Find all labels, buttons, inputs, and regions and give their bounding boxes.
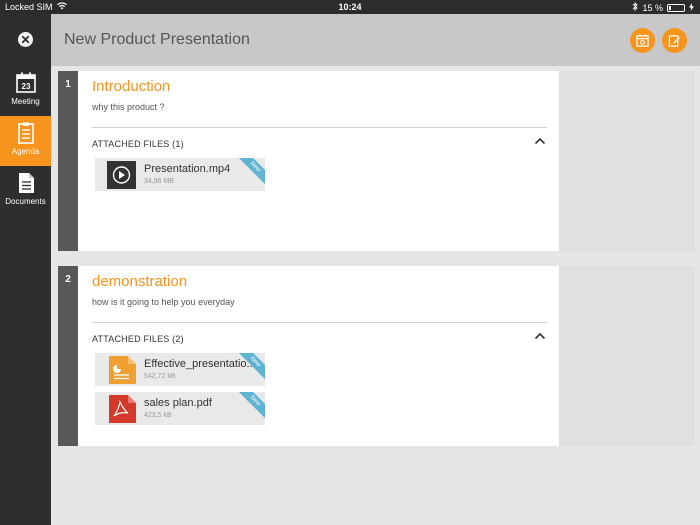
agenda-description: how is it going to help you everyday bbox=[92, 297, 235, 307]
agenda-list: 1 Introduction why this product ? ATTACH… bbox=[51, 66, 700, 525]
divider bbox=[92, 127, 547, 128]
sidebar-item-label: Meeting bbox=[11, 97, 40, 106]
presentation-file-icon bbox=[109, 356, 136, 384]
file-size: 423,5 kB bbox=[144, 412, 172, 419]
agenda-number-bar bbox=[58, 71, 78, 251]
sidebar-item-label: Documents bbox=[5, 197, 46, 206]
charging-icon bbox=[689, 2, 694, 13]
sidebar: 23 Meeting Agenda Documents bbox=[0, 14, 51, 525]
sidebar-item-meeting[interactable]: 23 Meeting bbox=[0, 66, 51, 116]
file-card[interactable]: Presentation.mp4 34,96 MB New bbox=[95, 158, 265, 191]
video-file-icon bbox=[107, 161, 136, 189]
agenda-number: 1 bbox=[65, 79, 71, 90]
file-card[interactable]: Effective_presentatio... 542,72 kB New bbox=[95, 353, 265, 386]
agenda-title: Introduction bbox=[92, 78, 171, 95]
battery-percent: 15 % bbox=[642, 2, 663, 13]
close-button[interactable] bbox=[18, 32, 33, 47]
status-bar: Locked SIM 10:24 15 % bbox=[0, 0, 700, 14]
status-right: 15 % bbox=[632, 1, 694, 13]
agenda-item[interactable]: 1 Introduction why this product ? ATTACH… bbox=[58, 71, 695, 251]
calendar-day: 23 bbox=[21, 82, 30, 91]
agenda-item[interactable]: 2 demonstration how is it going to help … bbox=[58, 266, 695, 446]
file-name: sales plan.pdf bbox=[144, 397, 212, 409]
status-time: 10:24 bbox=[338, 2, 362, 12]
chevron-up-icon[interactable] bbox=[534, 331, 546, 341]
agenda-side-panel bbox=[559, 266, 695, 446]
header: New Product Presentation bbox=[51, 14, 700, 66]
agenda-side-panel bbox=[559, 71, 695, 251]
agenda-description: why this product ? bbox=[92, 102, 165, 112]
file-size: 34,96 MB bbox=[144, 178, 174, 185]
calendar-settings-icon bbox=[636, 34, 649, 47]
calendar-settings-button[interactable] bbox=[630, 28, 655, 53]
attached-files-header: ATTACHED FILES (2) bbox=[92, 334, 184, 344]
agenda-number-bar bbox=[58, 266, 78, 446]
file-name: Presentation.mp4 bbox=[144, 163, 231, 175]
agenda-number: 2 bbox=[65, 274, 71, 285]
edit-note-button[interactable] bbox=[662, 28, 687, 53]
pdf-file-icon bbox=[109, 395, 136, 423]
document-icon bbox=[18, 173, 34, 193]
calendar-icon: 23 bbox=[15, 72, 36, 93]
sidebar-item-label: Agenda bbox=[11, 147, 40, 156]
sidebar-item-documents[interactable]: Documents bbox=[0, 166, 51, 216]
agenda-title: demonstration bbox=[92, 273, 188, 290]
clipboard-icon bbox=[17, 122, 34, 144]
divider bbox=[92, 322, 547, 323]
page-title: New Product Presentation bbox=[64, 31, 250, 48]
battery-icon bbox=[667, 3, 685, 12]
file-size: 542,72 kB bbox=[144, 373, 176, 380]
chevron-up-icon[interactable] bbox=[534, 136, 546, 146]
close-icon bbox=[21, 35, 30, 44]
sidebar-item-agenda[interactable]: Agenda bbox=[0, 116, 51, 166]
file-card[interactable]: sales plan.pdf 423,5 kB New bbox=[95, 392, 265, 425]
file-name: Effective_presentatio... bbox=[144, 358, 256, 370]
bluetooth-icon bbox=[632, 1, 639, 13]
edit-note-icon bbox=[668, 35, 681, 47]
attached-files-header: ATTACHED FILES (1) bbox=[92, 139, 184, 149]
